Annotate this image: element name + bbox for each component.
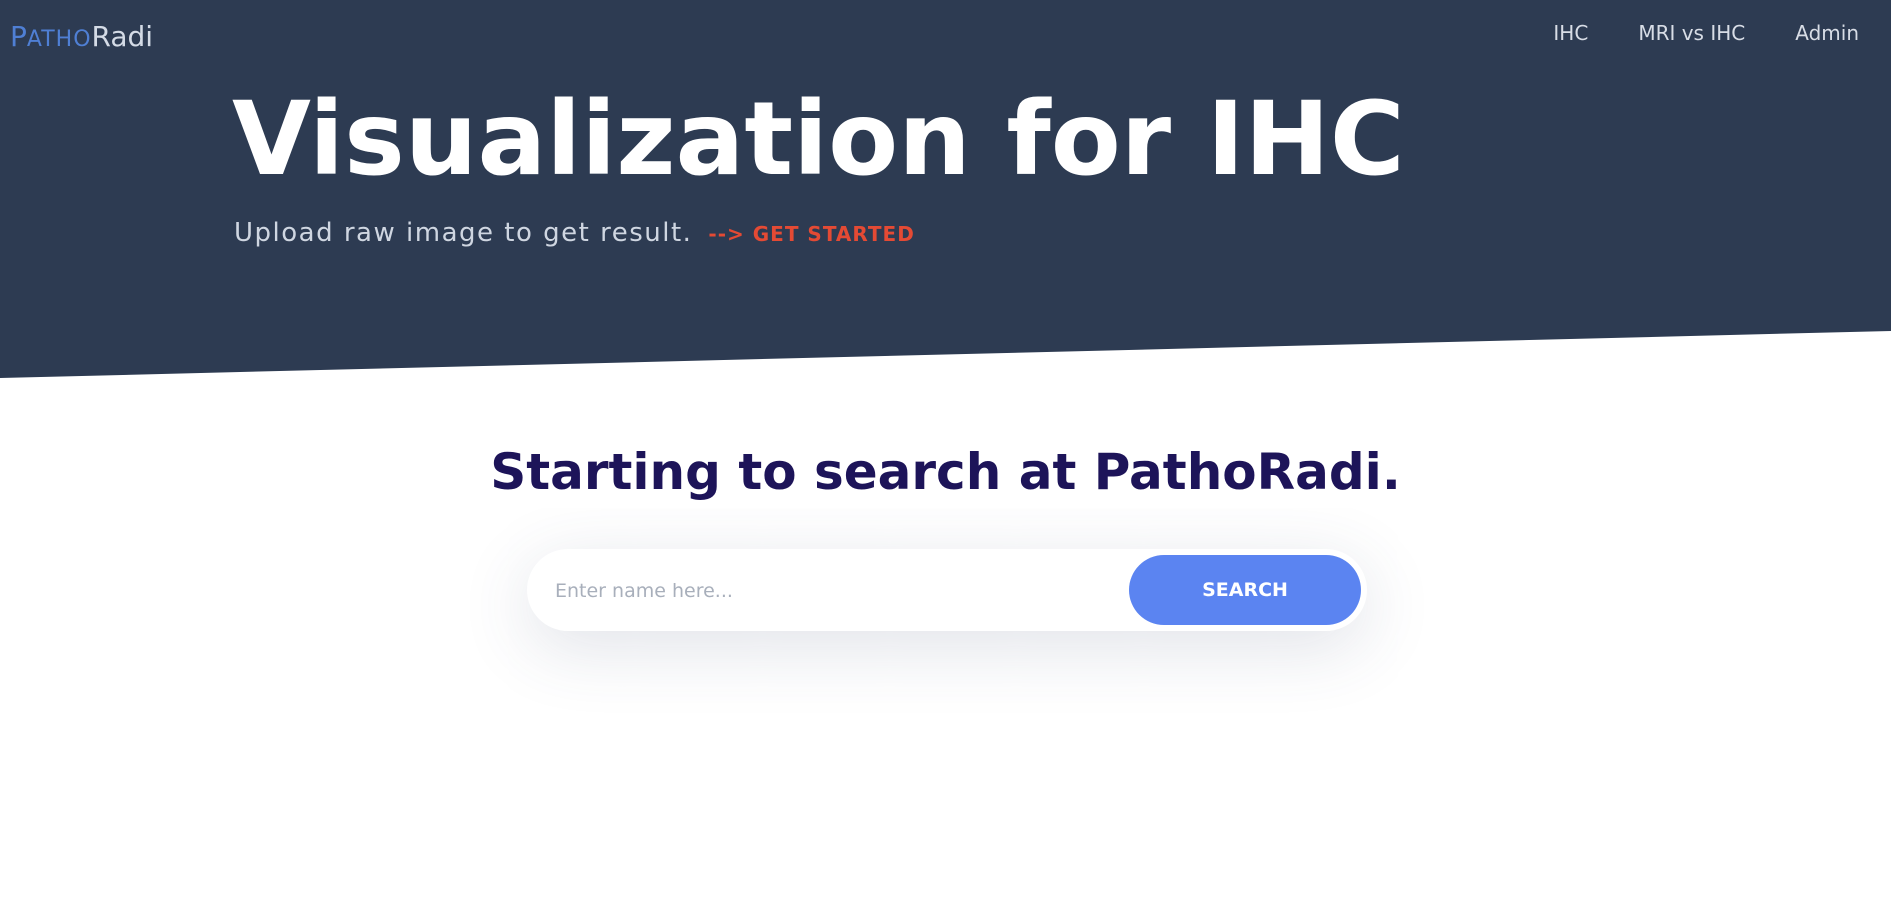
search-button[interactable]: SEARCH [1129,555,1361,625]
nav-item-admin[interactable]: Admin [1795,20,1859,46]
hero-title: Visualization for IHC [232,80,1405,199]
nav-item-ihc[interactable]: IHC [1553,20,1588,46]
brand-logo-initial: P [10,20,27,53]
brand-logo-smallcaps: ATHO [26,27,92,52]
nav-item-mri-vs-ihc[interactable]: MRI vs IHC [1638,20,1745,46]
search-heading: Starting to search at PathoRadi. [490,443,1401,501]
brand-logo[interactable]: P ATHO Radi [10,20,153,60]
search-bar: SEARCH [527,549,1367,631]
hero-subtitle: Upload raw image to get result. [234,218,693,248]
brand-logo-rest: Radi [91,20,154,53]
hero-subtitle-row: Upload raw image to get result. --> GET … [234,218,915,248]
top-nav: IHC MRI vs IHC Admin [1553,20,1859,46]
get-started-link[interactable]: --> GET STARTED [708,222,914,246]
search-input[interactable] [553,569,1097,613]
